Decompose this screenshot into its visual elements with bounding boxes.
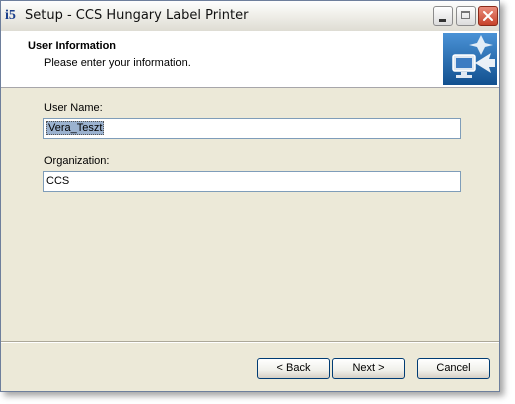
page-title: User Information [28,40,117,52]
wizard-header: User Information Please enter your infor… [1,31,499,88]
close-icon[interactable] [478,6,498,26]
page-subtitle: Please enter your information. [44,57,191,69]
title-bar[interactable]: i5 Setup - CCS Hungary Label Printer [1,1,499,32]
user-name-label: User Name: [44,102,103,114]
user-name-input[interactable]: Vera_Teszt [43,118,461,139]
user-name-value: Vera_Teszt [46,121,105,135]
back-button[interactable]: < Back [257,358,330,379]
organization-label: Organization: [44,155,110,167]
maximize-icon[interactable] [456,6,476,26]
organization-input[interactable]: CCS [43,171,461,192]
wizard-computer-icon [443,33,497,85]
minimize-icon[interactable] [433,6,453,26]
organization-value: CCS [46,175,70,187]
setup-window: i5 Setup - CCS Hungary Label Printer Use… [0,0,500,392]
next-button[interactable]: Next > [332,358,405,379]
cancel-button[interactable]: Cancel [417,358,490,379]
setup-app-icon[interactable]: i5 [5,8,21,24]
footer-divider [1,341,499,343]
window-title: Setup - CCS Hungary Label Printer [25,8,249,23]
